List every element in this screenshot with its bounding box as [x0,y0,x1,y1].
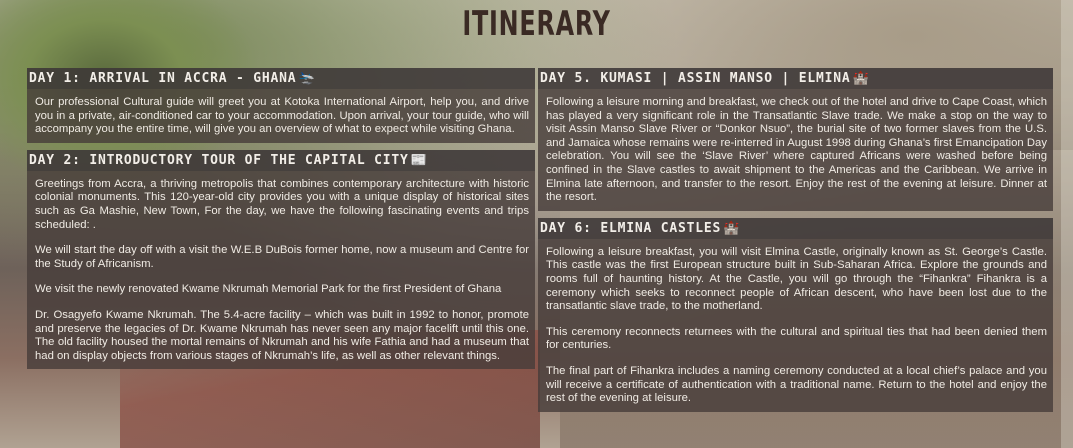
day-6-paragraph: Following a leisure breakfast, you will … [546,245,1047,313]
day-6-paragraph: The final part of Fihankra includes a na… [546,364,1047,405]
itinerary-column-left: DAY 1: ARRIVAL IN ACCRA - GHANA 🛬 Our pro… [27,68,535,370]
day-1-heading: DAY 1: ARRIVAL IN ACCRA - GHANA 🛬 [27,68,535,89]
page-title: ITINERARY [462,4,611,44]
scrollbar-track[interactable] [1061,0,1073,448]
day-1-paragraph: Our professional Cultural guide will gre… [35,96,529,136]
day-2-heading: DAY 2: INTRODUCTORY TOUR OF THE CAPITAL … [27,149,535,171]
day-2-paragraph: We will start the day off with a visit t… [35,244,529,270]
day-2-description: Greetings from Accra, a thriving metropo… [27,170,535,370]
day-2-paragraph: Dr. Osagyefo Kwame Nkrumah. The 5.4-acre… [35,308,529,362]
day-6-description: Following a leisure breakfast, you will … [538,238,1053,412]
day-5-description: Following a leisure morning and breakfas… [538,89,1053,211]
plane-landing-icon: 🛬 [298,71,316,86]
day-2-paragraph: We visit the newly renovated Kwame Nkrum… [35,283,502,296]
day-5-paragraph: Following a leisure morning and breakfas… [546,96,1047,204]
day-2-paragraph: Greetings from Accra, a thriving metropo… [35,177,529,231]
day-5-heading: DAY 5. KUMASI | ASSIN MANSO | ELMINA 🏰 [538,68,1053,89]
day-6-heading: DAY 6: ELMINA CASTLES 🏰 [538,217,1053,239]
day-6-paragraph: This ceremony reconnects returnees with … [546,325,1047,352]
newspaper-icon: 📰 [410,152,428,168]
day-1-description: Our professional Cultural guide will gre… [27,89,535,143]
castle-icon: 🏰 [852,71,870,86]
itinerary-column-right: DAY 5. KUMASI | ASSIN MANSO | ELMINA 🏰 Fo… [538,68,1053,412]
castle-icon: 🏰 [723,220,741,236]
